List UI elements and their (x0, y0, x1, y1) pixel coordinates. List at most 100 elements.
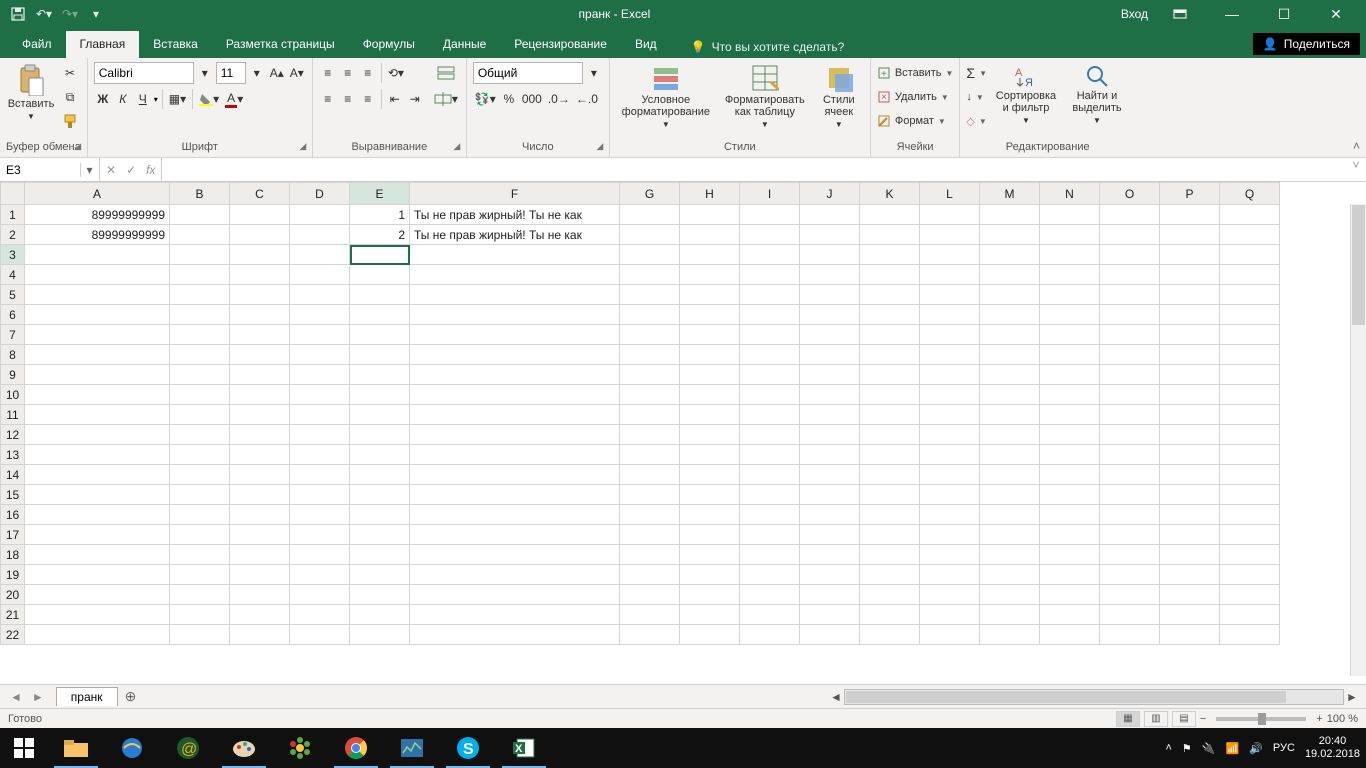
cell[interactable] (860, 465, 920, 485)
column-header[interactable]: A (25, 183, 170, 205)
cell[interactable] (860, 545, 920, 565)
cell[interactable] (1040, 365, 1100, 385)
cell[interactable] (620, 585, 680, 605)
tab-home[interactable]: Главная (66, 31, 140, 58)
cell[interactable] (680, 485, 740, 505)
cell[interactable] (170, 225, 230, 245)
cell[interactable] (1100, 565, 1160, 585)
cell[interactable] (740, 445, 800, 465)
cell[interactable] (1220, 345, 1280, 365)
cell[interactable] (410, 445, 620, 465)
cell[interactable] (1220, 305, 1280, 325)
cell[interactable] (1100, 445, 1160, 465)
cell[interactable] (920, 325, 980, 345)
row-header[interactable]: 1 (1, 205, 25, 225)
cell[interactable] (680, 525, 740, 545)
cell[interactable] (230, 485, 290, 505)
cell[interactable] (25, 445, 170, 465)
cell[interactable] (1160, 245, 1220, 265)
cell[interactable] (620, 265, 680, 285)
taskbar-excel-icon[interactable]: X (496, 728, 552, 768)
decrease-font-icon[interactable]: A▾ (288, 62, 306, 84)
align-left-icon[interactable]: ≡ (319, 88, 337, 110)
row-header[interactable]: 3 (1, 245, 25, 265)
cell[interactable] (680, 445, 740, 465)
cell[interactable] (680, 545, 740, 565)
cell[interactable] (410, 245, 620, 265)
start-button[interactable] (0, 728, 48, 768)
cell[interactable] (1040, 245, 1100, 265)
cell[interactable] (680, 365, 740, 385)
cell[interactable] (25, 505, 170, 525)
percent-icon[interactable]: % (500, 88, 518, 110)
cell[interactable]: Ты не прав жирный! Ты не как (410, 205, 620, 225)
cell[interactable] (1040, 425, 1100, 445)
cell[interactable] (350, 585, 410, 605)
cell[interactable] (980, 585, 1040, 605)
cell[interactable] (920, 405, 980, 425)
tab-file[interactable]: Файл (8, 31, 66, 58)
cell[interactable] (980, 465, 1040, 485)
cell[interactable] (1160, 565, 1220, 585)
cell[interactable] (290, 325, 350, 345)
column-header[interactable]: Q (1220, 183, 1280, 205)
column-header[interactable]: J (800, 183, 860, 205)
cell[interactable] (1100, 365, 1160, 385)
cell[interactable] (25, 245, 170, 265)
ribbon-options-icon[interactable] (1160, 6, 1200, 22)
cell[interactable] (350, 505, 410, 525)
cell[interactable] (410, 385, 620, 405)
minimize-icon[interactable]: — (1212, 6, 1252, 22)
cell[interactable] (680, 605, 740, 625)
row-header[interactable]: 21 (1, 605, 25, 625)
cell[interactable] (25, 265, 170, 285)
cell[interactable] (920, 605, 980, 625)
cell[interactable] (860, 585, 920, 605)
column-header[interactable]: K (860, 183, 920, 205)
cell[interactable] (1040, 225, 1100, 245)
cell[interactable] (170, 285, 230, 305)
cell[interactable] (1220, 505, 1280, 525)
tray-expand-icon[interactable]: ˄ (1165, 742, 1171, 754)
align-top-icon[interactable]: ≡ (319, 62, 337, 84)
cell[interactable] (1160, 585, 1220, 605)
cell[interactable] (1040, 205, 1100, 225)
cell[interactable] (800, 545, 860, 565)
taskbar-paint-icon[interactable] (216, 728, 272, 768)
cell[interactable] (740, 365, 800, 385)
cell[interactable] (800, 445, 860, 465)
underline-button[interactable]: Ч (134, 88, 152, 110)
cell[interactable] (290, 425, 350, 445)
cell[interactable] (620, 245, 680, 265)
cell[interactable]: 89999999999 (25, 205, 170, 225)
tab-view[interactable]: Вид (621, 31, 671, 58)
cell[interactable] (740, 325, 800, 345)
cell[interactable] (350, 345, 410, 365)
cell[interactable] (230, 325, 290, 345)
cell[interactable] (1040, 565, 1100, 585)
cell[interactable] (620, 505, 680, 525)
cell[interactable] (1160, 285, 1220, 305)
cell[interactable] (980, 525, 1040, 545)
increase-font-icon[interactable]: A▴ (268, 62, 286, 84)
cell[interactable] (1220, 545, 1280, 565)
column-header[interactable]: H (680, 183, 740, 205)
insert-cells-button[interactable]: +Вставить▼ (877, 62, 954, 84)
cell[interactable] (1040, 625, 1100, 645)
cell[interactable] (800, 485, 860, 505)
row-header[interactable]: 6 (1, 305, 25, 325)
column-header[interactable]: B (170, 183, 230, 205)
cell[interactable] (620, 305, 680, 325)
column-header[interactable]: E (350, 183, 410, 205)
cell[interactable] (620, 425, 680, 445)
cell[interactable] (1160, 605, 1220, 625)
cell[interactable] (620, 325, 680, 345)
cell[interactable] (410, 605, 620, 625)
cell[interactable] (410, 625, 620, 645)
cell[interactable] (920, 565, 980, 585)
zoom-slider[interactable] (1216, 717, 1306, 721)
cell[interactable] (860, 425, 920, 445)
cell[interactable] (25, 425, 170, 445)
column-header[interactable]: C (230, 183, 290, 205)
name-box[interactable]: ▾ (0, 158, 100, 181)
